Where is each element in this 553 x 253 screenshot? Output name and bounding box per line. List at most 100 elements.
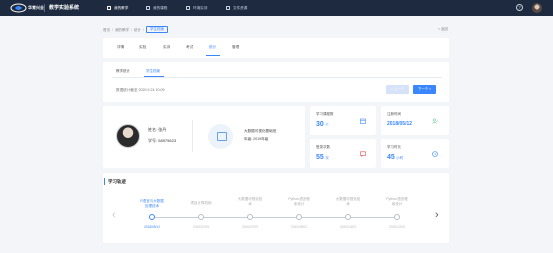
- track-next-arrow[interactable]: ›: [435, 209, 439, 221]
- subtab-teaching-stats[interactable]: 教学统计: [116, 68, 130, 74]
- learning-track-title: 学习轨迹: [104, 178, 126, 185]
- info-divider: [192, 120, 193, 152]
- timeline-node[interactable]: [149, 214, 155, 220]
- active-tab-indicator: [206, 55, 220, 56]
- track-item-name: R语言与大数据 处理技术: [132, 199, 172, 208]
- breadcrumb-home[interactable]: 首页: [103, 27, 110, 33]
- track-item-date: 2020/10/03: [340, 225, 356, 229]
- user-avatar[interactable]: [532, 3, 542, 13]
- tab-training[interactable]: 实训: [163, 44, 170, 50]
- stat-logins-value: 55: [316, 154, 324, 161]
- track-item-name-line: 术: [346, 201, 350, 206]
- breadcrumb-stats[interactable]: 统计: [134, 27, 141, 33]
- timeline-node[interactable]: [394, 214, 400, 220]
- timeline-node[interactable]: [296, 214, 302, 220]
- user-check-icon: [432, 118, 438, 124]
- stat-courses-value-row: 30 个: [316, 120, 329, 130]
- nav-environment-training[interactable]: 环境实训: [186, 3, 207, 13]
- tab-experiments[interactable]: 实验: [139, 44, 146, 50]
- timeline-node[interactable]: [198, 214, 204, 220]
- stat-register-value: 2018/05/12: [387, 121, 413, 127]
- nav-my-teaching[interactable]: 我的教学: [107, 3, 128, 13]
- tab-management[interactable]: 管理: [232, 44, 239, 50]
- track-item-name: 大数据可视化技 术: [230, 197, 270, 206]
- timeline-line: [150, 217, 400, 218]
- breadcrumb-my-teaching[interactable]: 我的教学: [115, 27, 129, 33]
- stat-duration-label: 学习时长: [387, 145, 401, 149]
- track-item-date: 2020/08/02: [291, 225, 307, 229]
- stat-duration-value-row: 45 小时: [387, 153, 403, 163]
- student-photo: [116, 124, 140, 148]
- breadcrumb-separator: /: [130, 27, 132, 32]
- stat-register-label: 注册时间: [387, 112, 401, 116]
- class-grade: 年级: 2019年级: [244, 137, 269, 141]
- stat-courses-value: 30: [316, 121, 324, 128]
- stat-logins-label: 登录次数: [316, 145, 330, 149]
- student-id: 58975623: [158, 138, 177, 143]
- timeline-node[interactable]: [345, 214, 351, 220]
- track-item-date: 2020/07/09: [242, 225, 258, 229]
- monitor-icon: [107, 6, 111, 10]
- track-item-name: 大数据可视化技 术: [328, 197, 368, 206]
- help-icon[interactable]: ?: [516, 4, 523, 11]
- brand-name: 华育兴业: [28, 5, 44, 10]
- student-id-row: 学号: 58975623: [148, 138, 176, 144]
- student-name: 张丹: [158, 127, 167, 132]
- track-item-date: 2020/12/05: [389, 225, 405, 229]
- stat-courses-unit: 个: [325, 123, 329, 127]
- track-item-name-line: 项目计算机网: [190, 201, 212, 205]
- breadcrumb: 首页 / 我的教学 / 统计 / 学生档案: [103, 26, 168, 33]
- track-item-name: Python语言程 序设计: [279, 197, 319, 206]
- calendar-icon: [360, 118, 366, 124]
- stat-duration-unit: 小时: [396, 156, 404, 160]
- timeline-node[interactable]: [247, 214, 253, 220]
- track-item-date: 2020/07/05: [193, 225, 209, 229]
- nav-file-resources[interactable]: 文件资源: [226, 3, 247, 13]
- clock-icon: [432, 151, 438, 157]
- brand-logo-icon: [10, 3, 27, 13]
- nav-label: 环境实训: [193, 5, 208, 10]
- system-name: 教学实验系统: [49, 5, 80, 11]
- class-name: 大数据可视化基础班: [244, 129, 277, 133]
- track-item-name: 项目计算机网: [181, 201, 221, 206]
- nav-label: 我的教学: [114, 5, 129, 10]
- message-icon: [360, 151, 366, 157]
- track-item-name-line: 序设计: [391, 201, 403, 206]
- track-item-name-line: 处理技术: [145, 203, 159, 208]
- nav-label: 我的课程: [153, 5, 168, 10]
- active-subtab-indicator: [144, 76, 164, 77]
- previous-student-button[interactable]: < 上一个: [386, 85, 409, 94]
- nav-my-courses[interactable]: 我的课程: [146, 3, 167, 13]
- breadcrumb-current: 学生档案: [145, 26, 168, 33]
- track-item-name-line: 术: [248, 201, 252, 206]
- class-icon: [208, 124, 233, 149]
- tab-details[interactable]: 详情: [117, 44, 124, 50]
- tab-statistics[interactable]: 统计: [209, 44, 216, 50]
- header-divider: [44, 4, 45, 12]
- stat-logins-value-row: 55 次: [316, 153, 329, 163]
- book-icon: [146, 6, 150, 10]
- breadcrumb-separator: /: [142, 27, 144, 32]
- nav-label: 文件资源: [233, 5, 248, 10]
- learning-track-card: [103, 173, 449, 243]
- stats-deadline: 数据统计截至 2020.9.24 10:09: [116, 88, 165, 92]
- stat-logins-unit: 次: [325, 156, 329, 160]
- track-item-name-line: 序设计: [293, 201, 305, 206]
- subtabs-divider: [112, 77, 442, 78]
- student-name-label: 姓名:: [148, 127, 158, 132]
- tabs-card: [103, 38, 449, 58]
- track-item-date: 2018/05/12: [144, 225, 160, 229]
- stat-duration-value: 45: [387, 154, 395, 161]
- back-link[interactable]: < 返回: [438, 26, 448, 32]
- breadcrumb-separator: /: [112, 27, 113, 32]
- top-navigation-bar: 华育兴业 教学实验系统 我的教学 我的课程 环境实训 文件资源 ?: [0, 0, 553, 16]
- folder-icon: [226, 6, 230, 10]
- server-icon: [186, 6, 190, 10]
- subtab-student-archive[interactable]: 学生档案: [146, 68, 160, 74]
- student-name-row: 姓名: 张丹: [148, 127, 166, 133]
- next-student-button[interactable]: 下一个 >: [413, 85, 436, 94]
- student-id-label: 学号:: [148, 138, 158, 143]
- track-item-name: Python语言程 序设计: [377, 197, 417, 206]
- tab-exams[interactable]: 考试: [186, 44, 193, 50]
- track-prev-arrow[interactable]: ‹: [112, 209, 116, 221]
